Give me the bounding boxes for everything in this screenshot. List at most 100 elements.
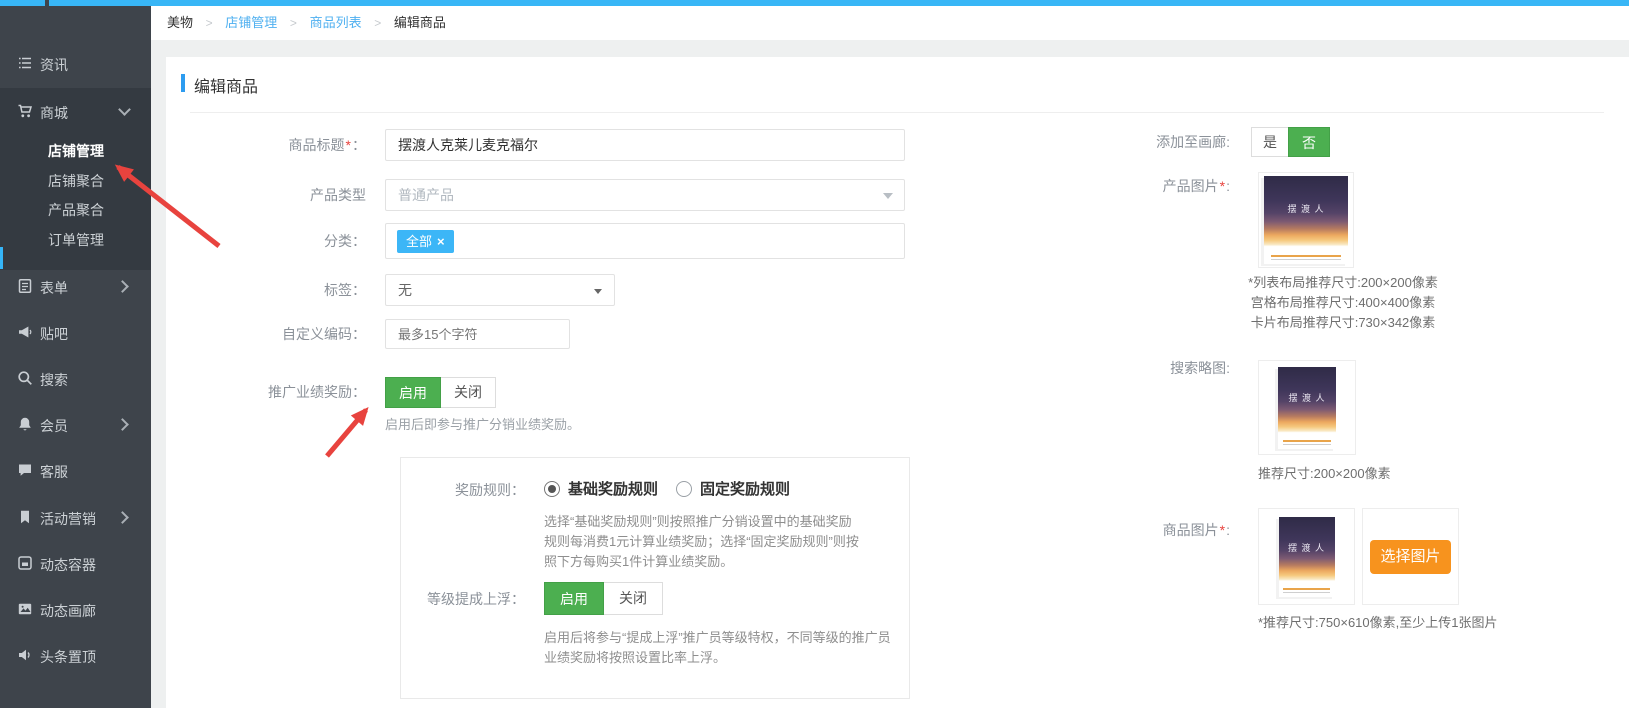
sidebar-item-activity-marketing[interactable]: 活动营销: [0, 505, 151, 529]
gallery-yes-button[interactable]: 是: [1251, 127, 1288, 157]
product-type-select[interactable]: 普通产品: [385, 179, 905, 211]
reward-rule-description: 选择“基础奖励规则”则按照推广分销设置中的基础奖励规则每消费1元计算业绩奖励；选…: [544, 514, 859, 569]
sidebar-item-label: 头条置顶: [40, 649, 96, 665]
goods-image-upload-slot[interactable]: 选择图片: [1362, 508, 1459, 605]
sidebar-item-order-manage[interactable]: 订单管理: [0, 226, 151, 250]
tag-value: 无: [398, 282, 412, 298]
sidebar-item-product-aggregate[interactable]: 产品聚合: [0, 196, 151, 220]
field-label-product-image: 产品图片*:: [1162, 178, 1230, 194]
radio-unselected-icon[interactable]: [676, 480, 693, 497]
sidebar-item-dynamic-container[interactable]: 动态容器: [0, 551, 151, 575]
promo-reward-disable-button[interactable]: 关闭: [441, 377, 496, 408]
field-label-promo-reward: 推广业绩奖励：: [268, 384, 366, 400]
required-asterisk: *: [1219, 522, 1226, 538]
sidebar-item-shop-manage[interactable]: 店铺管理: [0, 137, 151, 161]
tag-select[interactable]: 无: [385, 274, 615, 306]
sidebar-item-headline-top[interactable]: 头条置顶: [0, 643, 151, 667]
search-icon: [18, 371, 32, 385]
category-field[interactable]: 全部 ×: [385, 223, 905, 259]
level-bonus-toggle: 启用 关闭: [544, 582, 663, 615]
sidebar-item-label: 活动营销: [40, 511, 96, 527]
speaker-icon: [19, 649, 30, 661]
breadcrumb-link-shop-manage[interactable]: 店铺管理: [225, 15, 277, 30]
product-title-input[interactable]: [385, 129, 905, 161]
sidebar-item-dynamic-gallery[interactable]: 动态画廊: [0, 597, 151, 621]
field-label-tag: 标签：: [324, 282, 366, 298]
sidebar-subitem-label: 店铺聚合: [48, 173, 104, 189]
promo-reward-enable-button[interactable]: 启用: [385, 377, 441, 408]
sidebar-item-tieba[interactable]: 贴吧: [0, 320, 151, 344]
field-label-goods-image: 商品图片*:: [1162, 522, 1230, 538]
breadcrumb: 美物 > 店铺管理 > 商品列表 > 编辑商品: [167, 6, 446, 40]
cart-icon: [18, 104, 33, 118]
sidebar-item-label: 客服: [40, 464, 68, 480]
sidebar-active-strip: [0, 247, 3, 269]
field-label-search-thumb: 搜索略图:: [1170, 360, 1230, 376]
sidebar: 资讯 商城 店铺管理 店铺聚合 产品聚合 订单管理 表单 贴吧 搜索 会员 客服…: [0, 6, 151, 708]
category-tag[interactable]: 全部 ×: [397, 230, 454, 253]
container-icon: [18, 556, 32, 570]
search-thumbnail[interactable]: 摆 渡 人: [1258, 360, 1356, 455]
sidebar-item-mall[interactable]: 商城: [0, 99, 151, 123]
bell-icon: [19, 417, 31, 431]
field-label-custom-code: 自定义编码：: [282, 326, 366, 342]
reward-rule-radio-group: 基础奖励规则 固定奖励规则: [544, 478, 790, 499]
field-label-product-type: 产品类型: [310, 187, 366, 203]
sidebar-item-label: 会员: [40, 418, 68, 434]
list-icon: [19, 57, 31, 69]
book-cover-image: 摆 渡 人: [1278, 516, 1335, 597]
app-canvas: 资讯 商城 店铺管理 店铺聚合 产品聚合 订单管理 表单 贴吧 搜索 会员 客服…: [0, 0, 1629, 708]
book-cover-image: 摆 渡 人: [1264, 176, 1348, 264]
sidebar-item-forms[interactable]: 表单: [0, 274, 151, 298]
custom-code-input[interactable]: [385, 319, 570, 349]
book-cover-image: 摆 渡 人: [1278, 366, 1336, 449]
sidebar-item-customer-service[interactable]: 客服: [0, 458, 151, 482]
breadcrumb-separator: >: [205, 16, 213, 30]
sidebar-item-members[interactable]: 会员: [0, 412, 151, 436]
sidebar-item-shop-aggregate[interactable]: 店铺聚合: [0, 167, 151, 191]
breadcrumb-current: 编辑商品: [393, 15, 446, 30]
sidebar-subitem-label: 产品聚合: [48, 202, 104, 218]
sidebar-item-label: 搜索: [40, 372, 68, 388]
breadcrumb-root: 美物: [167, 15, 194, 30]
select-image-button[interactable]: 选择图片: [1370, 540, 1451, 574]
sidebar-item-label: 资讯: [40, 57, 68, 73]
breadcrumb-link-product-list[interactable]: 商品列表: [310, 15, 362, 30]
title-accent-bar: [181, 74, 185, 92]
field-label-add-gallery: 添加至画廊:: [1156, 134, 1230, 150]
sidebar-item-label: 贴吧: [40, 326, 68, 342]
promo-reward-help-text: 启用后即参与推广分销业绩奖励。: [385, 417, 581, 432]
goods-image-thumbnail[interactable]: 摆 渡 人: [1258, 508, 1355, 605]
breadcrumb-separator: >: [374, 16, 382, 30]
title-divider: [190, 112, 1604, 113]
reward-rule-basic-label[interactable]: 基础奖励规则: [568, 478, 658, 499]
chat-icon: [19, 464, 31, 476]
main-panel: 编辑商品 商品标题*： 产品类型 普通产品 分类： 全部× 标签： 无 自定义编…: [166, 57, 1629, 708]
sidebar-item-label: 商城: [40, 105, 68, 121]
chevron-right-icon: [116, 280, 129, 293]
sidebar-item-search[interactable]: 搜索: [0, 366, 151, 390]
radio-selected-icon[interactable]: [544, 480, 560, 497]
required-asterisk: *: [345, 137, 351, 153]
field-label-reward-rule: 奖励规则：: [455, 482, 525, 498]
gallery-no-button[interactable]: 否: [1288, 127, 1330, 157]
level-bonus-description: 启用后将参与“提成上浮”推广员等级特权，不同等级的推广员业绩奖励将按照设置比率上…: [544, 630, 891, 665]
reward-rule-fixed-label[interactable]: 固定奖励规则: [700, 478, 790, 499]
sidebar-item-label: 动态画廊: [40, 603, 96, 619]
level-bonus-enable-button[interactable]: 启用: [544, 582, 604, 615]
promo-reward-toggle: 启用 关闭: [385, 377, 496, 408]
required-asterisk: *: [1219, 178, 1226, 194]
search-thumb-size-hint: 推荐尺寸:200×200像素: [1258, 466, 1391, 481]
field-label-level-bonus: 等级提成上浮：: [427, 591, 525, 607]
chevron-down-icon: [118, 103, 131, 116]
sidebar-item-label: 动态容器: [40, 557, 96, 573]
product-type-value: 普通产品: [398, 187, 454, 203]
product-image-thumbnail[interactable]: 摆 渡 人: [1258, 172, 1354, 268]
chevron-down-icon: [594, 289, 602, 294]
level-bonus-disable-button[interactable]: 关闭: [604, 582, 663, 615]
sidebar-subitem-label: 店铺管理: [48, 143, 104, 159]
tag-remove-icon[interactable]: ×: [437, 234, 445, 249]
chevron-right-icon: [116, 418, 129, 431]
sidebar-item-news[interactable]: 资讯: [0, 51, 151, 75]
field-label-category: 分类：: [324, 233, 366, 249]
